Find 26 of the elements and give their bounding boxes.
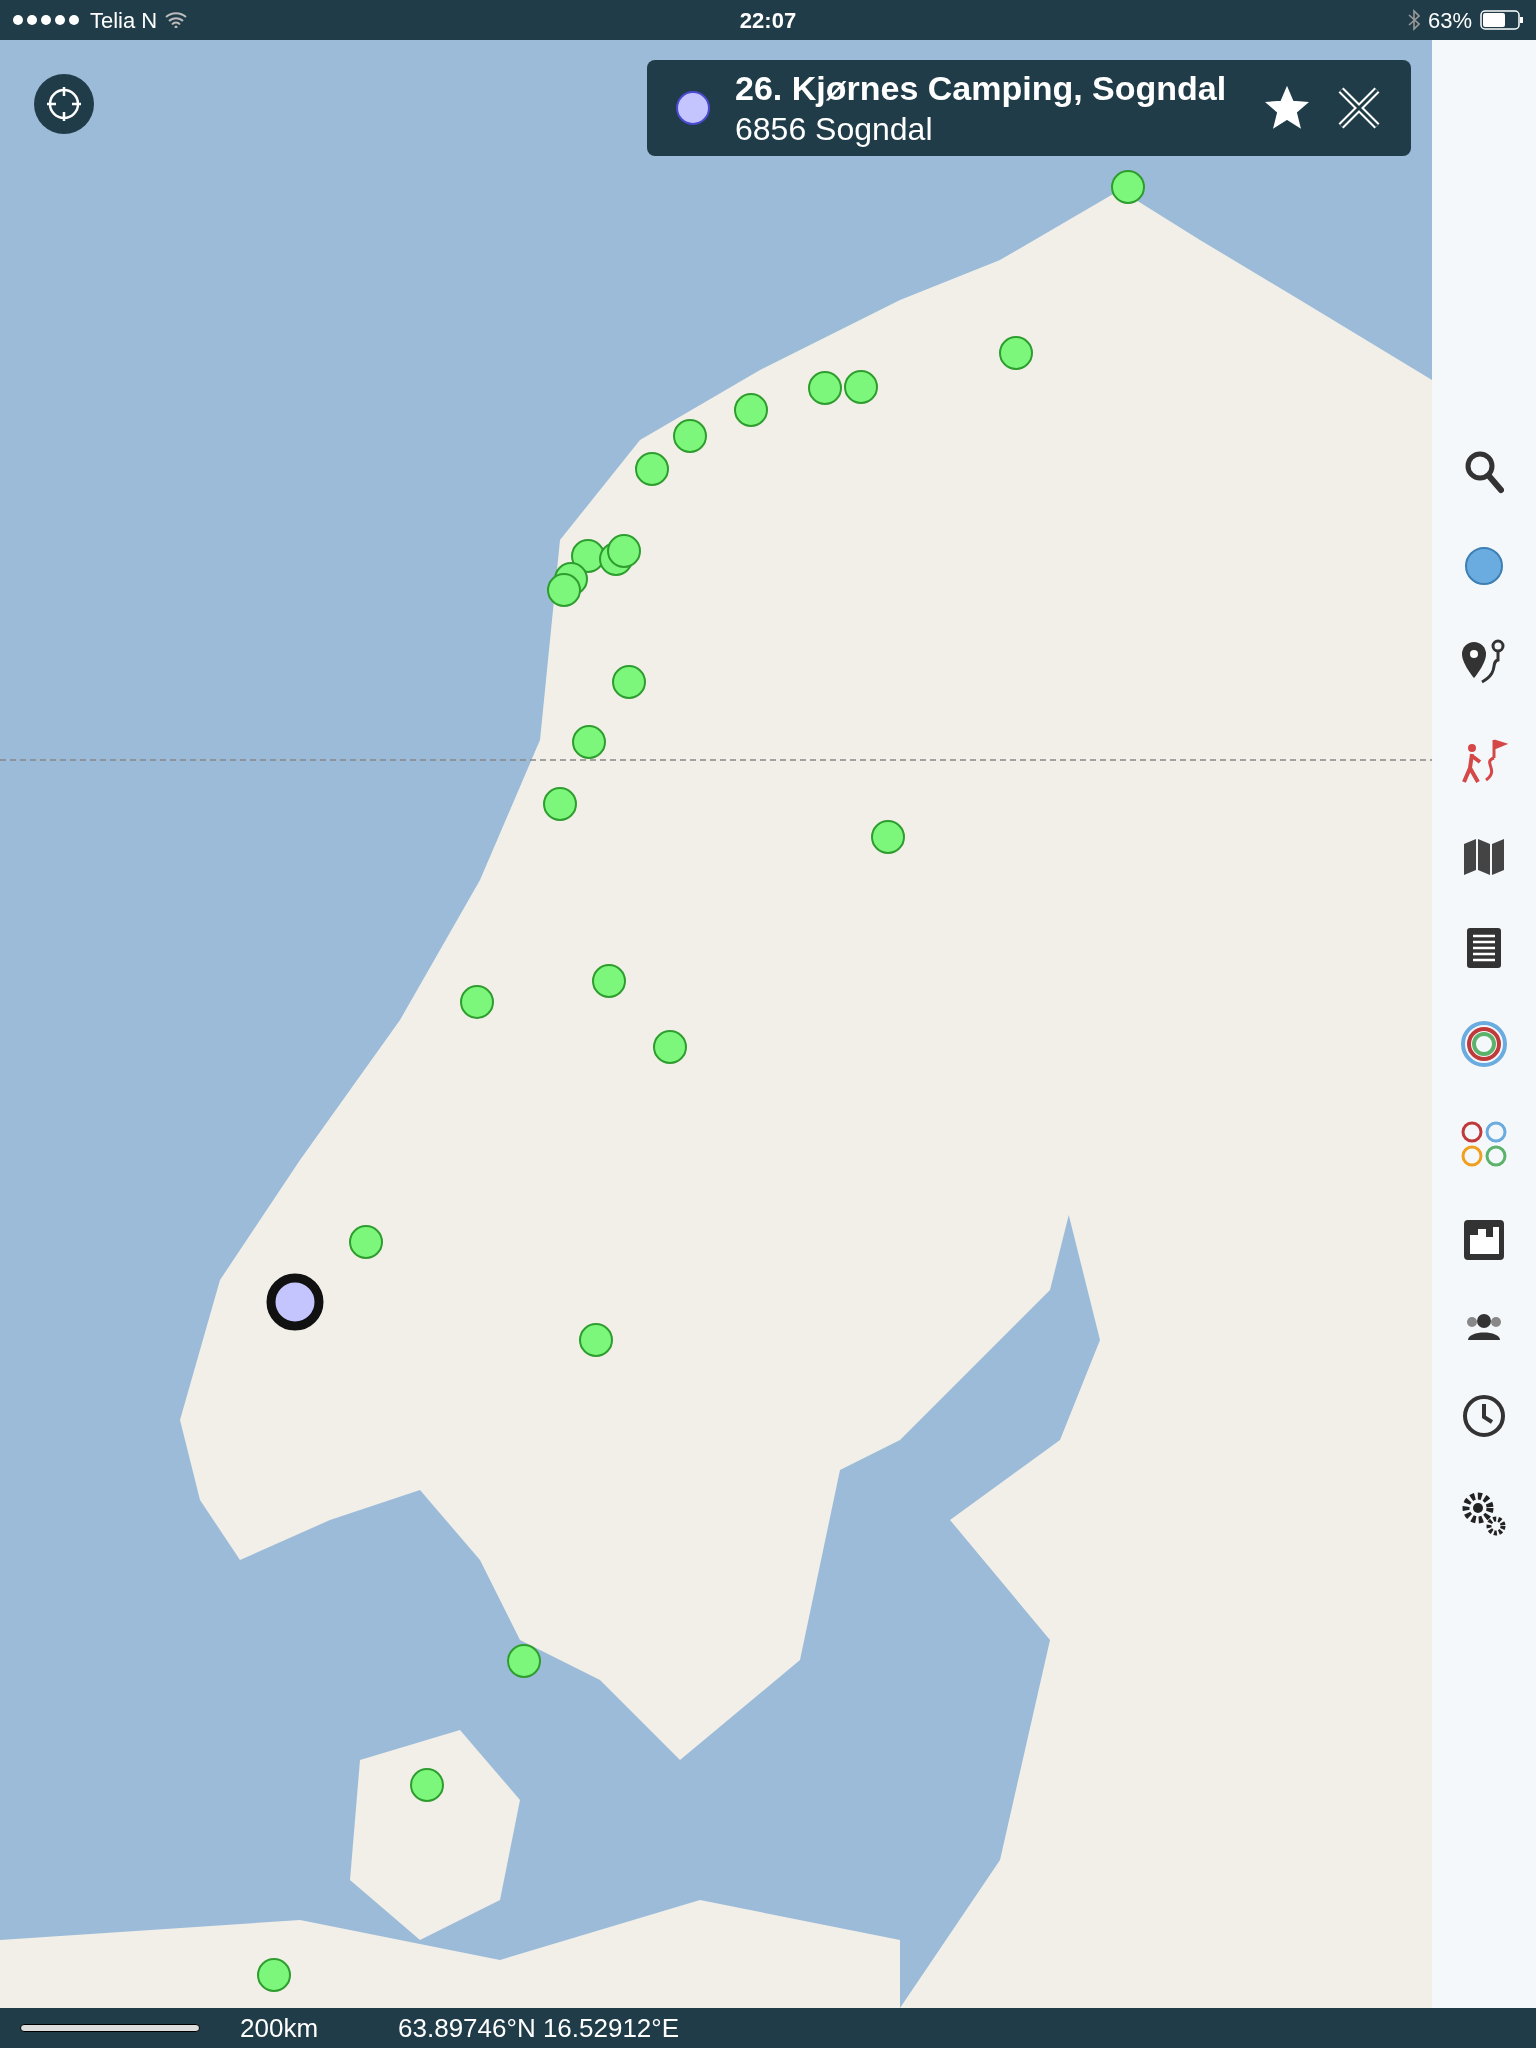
marker-dot-icon xyxy=(675,90,711,126)
hiker-flag-icon[interactable] xyxy=(1460,738,1508,786)
search-icon[interactable] xyxy=(1464,450,1504,494)
scale-label: 200km xyxy=(240,2011,319,2045)
map-icon[interactable] xyxy=(1463,838,1505,876)
crosshair-icon xyxy=(44,84,84,124)
list-icon[interactable] xyxy=(1467,928,1501,968)
wifi-icon xyxy=(165,12,188,28)
city-buildings-icon[interactable] xyxy=(1464,1220,1504,1260)
place-address: 6856 Sogndal xyxy=(735,110,934,150)
concentric-rings-icon[interactable] xyxy=(1460,1020,1508,1068)
battery-percent: 63% xyxy=(1427,6,1472,35)
carrier-name: Telia N xyxy=(90,6,158,35)
clock-time: 22:07 xyxy=(739,6,797,35)
coordinates-text: 63.89746°N 16.52912°E xyxy=(398,2011,680,2045)
circle-icon[interactable] xyxy=(1464,546,1504,586)
place-popup[interactable]: 26. Kjørnes Camping, Sogndal 6856 Sogndal xyxy=(647,60,1411,156)
settings-icon[interactable] xyxy=(1460,1490,1508,1538)
clock-icon[interactable] xyxy=(1462,1394,1506,1438)
signal-icon xyxy=(12,14,82,26)
battery-icon xyxy=(1480,10,1524,30)
close-icon xyxy=(1337,86,1381,130)
place-title: 26. Kjørnes Camping, Sogndal xyxy=(735,67,1228,109)
four-rings-icon[interactable] xyxy=(1460,1120,1508,1168)
bluetooth-icon xyxy=(1407,9,1420,31)
star-icon xyxy=(1265,86,1309,130)
